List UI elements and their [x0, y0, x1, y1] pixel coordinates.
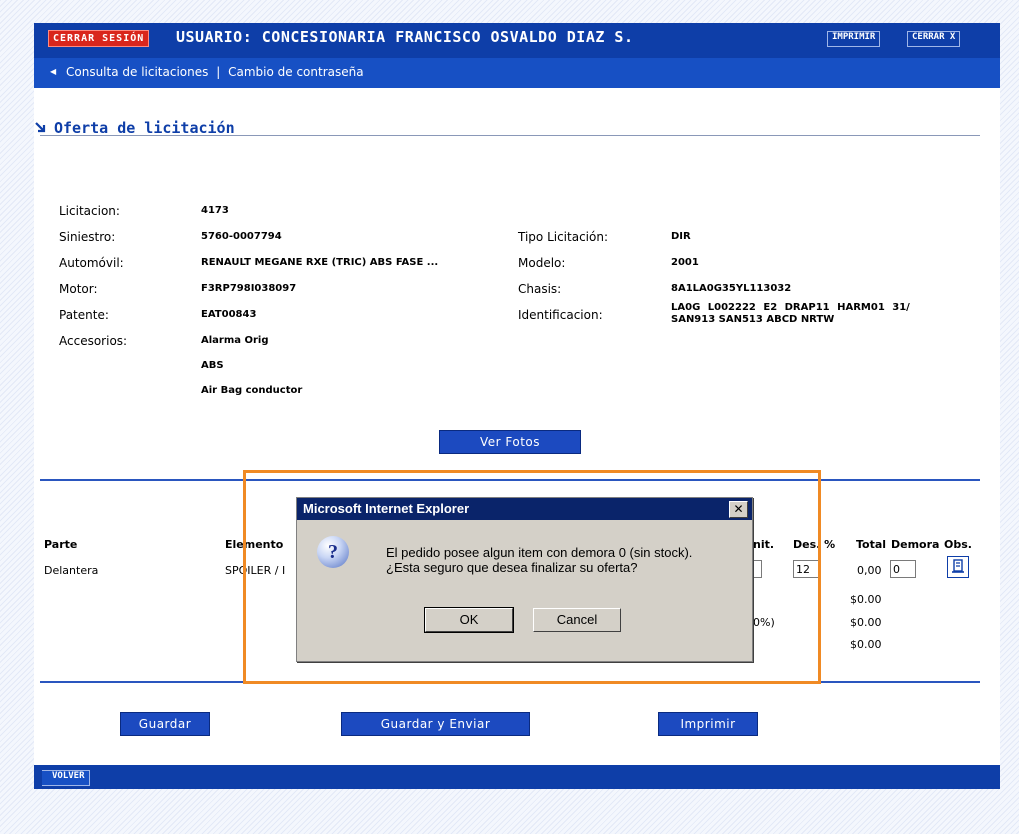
nav-links: Consulta de licitaciones | Cambio de con…	[66, 65, 364, 79]
nav-arrow-icon: ◀	[50, 67, 57, 76]
cell-parte: Delantera	[44, 564, 99, 577]
nav-bar: ◀ Consulta de licitaciones | Cambio de c…	[34, 58, 1000, 88]
close-top-button[interactable]: CERRAR X	[907, 31, 961, 47]
logout-button[interactable]: CERRAR SESIÓN	[48, 30, 150, 47]
value-modelo: 2001	[671, 257, 699, 268]
delay-input[interactable]: 0	[890, 560, 916, 578]
cell-total: 0,00	[857, 564, 882, 577]
value-accesorio-1: Alarma Orig	[201, 335, 269, 346]
value-motor: F3RP798I038097	[201, 283, 297, 294]
summary-value-2: $0.00	[850, 616, 882, 629]
user-label: USUARIO: CONCESIONARIA FRANCISCO OSVALDO…	[176, 28, 634, 46]
value-chasis: 8A1LA0G35YL113032	[671, 283, 792, 294]
value-accesorio-2: ABS	[201, 360, 224, 371]
back-label: VOLVER	[52, 771, 85, 781]
label-tipo-licitacion: Tipo Licitación:	[518, 230, 608, 244]
nav-separator: |	[216, 65, 221, 79]
label-patente: Patente:	[59, 308, 109, 322]
observation-icon[interactable]	[947, 556, 969, 578]
value-patente: EAT00843	[201, 309, 257, 320]
view-photos-button[interactable]: Ver Fotos	[439, 430, 581, 454]
label-modelo: Modelo:	[518, 256, 566, 270]
header-obs: Obs.	[944, 538, 972, 551]
nav-item-consulta-licitaciones[interactable]: Consulta de licitaciones	[66, 65, 208, 79]
value-identificacion-1: LA0G L002222 E2 DRAP11 HARM01 31/	[671, 302, 910, 313]
alert-dialog: Microsoft Internet Explorer ✕ ? El pedid…	[296, 497, 753, 662]
back-button[interactable]: VOLVER	[42, 770, 90, 786]
header-demora: Demora	[891, 538, 940, 551]
top-bar: CERRAR SESIÓN USUARIO: CONCESIONARIA FRA…	[34, 23, 1000, 58]
value-identificacion-2: SAN913 SAN513 ABCD NRTW	[671, 314, 835, 325]
dialog-title-bar: Microsoft Internet Explorer ✕	[297, 498, 752, 520]
summary-value-3: $0.00	[850, 638, 882, 651]
ok-button[interactable]: OK	[424, 607, 514, 633]
label-accesorios: Accesorios:	[59, 334, 128, 348]
dialog-message: El pedido posee algun item con demora 0 …	[386, 545, 692, 575]
label-automovil: Automóvil:	[59, 256, 124, 270]
label-chasis: Chasis:	[518, 282, 562, 296]
summary-value-1: $0.00	[850, 593, 882, 606]
value-tipo-licitacion: DIR	[671, 231, 691, 242]
label-identificacion: Identificacion:	[518, 308, 603, 322]
cancel-button[interactable]: Cancel	[533, 608, 621, 632]
label-siniestro: Siniestro:	[59, 230, 116, 244]
title-rule	[40, 135, 980, 136]
bottom-bar: VOLVER	[34, 765, 1000, 789]
value-accesorio-3: Air Bag conductor	[201, 385, 303, 396]
label-licitacion: Licitacion:	[59, 204, 120, 218]
nav-item-cambio-contrasena[interactable]: Cambio de contraseña	[228, 65, 363, 79]
dialog-title: Microsoft Internet Explorer	[303, 501, 470, 516]
dialog-message-line-1: El pedido posee algun item con demora 0 …	[386, 545, 693, 560]
save-and-send-button[interactable]: Guardar y Enviar	[341, 712, 530, 736]
label-motor: Motor:	[59, 282, 98, 296]
question-icon: ?	[317, 536, 349, 568]
header-parte: Parte	[44, 538, 78, 551]
print-top-button[interactable]: IMPRIMIR	[827, 31, 881, 47]
value-licitacion: 4173	[201, 205, 229, 216]
save-button[interactable]: Guardar	[120, 712, 210, 736]
header-total: Total	[856, 538, 887, 551]
dialog-close-icon[interactable]: ✕	[729, 501, 748, 518]
value-siniestro: 5760-0007794	[201, 231, 282, 242]
dialog-message-line-2: ¿Esta seguro que desea finalizar su ofer…	[386, 560, 638, 575]
value-automovil: RENAULT MEGANE RXE (TRIC) ABS FASE ...	[201, 257, 439, 268]
print-button[interactable]: Imprimir	[658, 712, 758, 736]
